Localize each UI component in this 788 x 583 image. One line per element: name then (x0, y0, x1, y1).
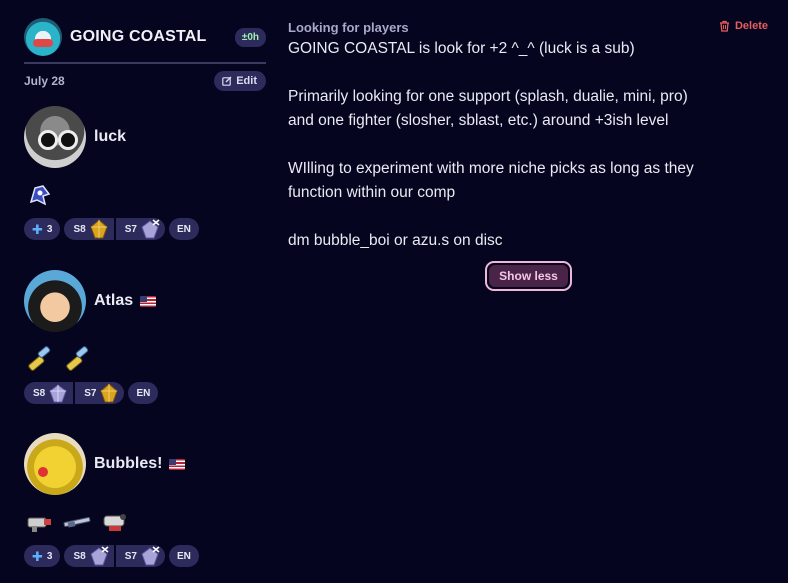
description-line (288, 133, 768, 157)
player-head: Atlas (24, 270, 266, 332)
player-name[interactable]: Bubbles! (94, 455, 162, 473)
plus-icon: ✚ (32, 548, 43, 564)
season-rank-badge: S8 (64, 545, 114, 567)
divider (24, 62, 266, 64)
avatar[interactable] (24, 106, 86, 168)
description-line: function within our comp (288, 184, 456, 201)
post-body: Looking for players GOING COASTAL is loo… (288, 20, 768, 253)
plus-tier-badge: ✚ 3 (24, 545, 61, 567)
post-heading: Looking for players (288, 20, 409, 35)
roller-weapon-icon (24, 346, 54, 372)
player-card-luck: luck ✚ 3 S8 S7 EN (24, 106, 266, 240)
language-badge: EN (168, 545, 199, 567)
season-label: S7 (124, 550, 137, 562)
description-line: and one fighter (slosher, sblast, etc.) … (288, 112, 669, 129)
season-label: S7 (124, 223, 137, 235)
season-rank-badge: S7 (115, 218, 165, 240)
player-name[interactable]: luck (94, 128, 126, 146)
date-row: July 28 Edit (24, 70, 266, 92)
season-rank-badge: S8 (24, 382, 74, 404)
show-less-button[interactable]: Show less (485, 261, 572, 291)
post-description: GOING COASTAL is look for +2 ^_^ (luck i… (288, 37, 768, 253)
player-card-atlas: Atlas S8 S7 EN (24, 270, 266, 404)
season-rank-badge: S7 (75, 382, 125, 404)
us-flag-icon (140, 295, 157, 307)
description-line: WIlling to experiment with more niche pi… (288, 160, 694, 177)
language-badge: EN (168, 218, 199, 240)
player-head: Bubbles! (24, 433, 266, 495)
weapon-list (24, 507, 266, 537)
splatling-weapon-icon (100, 509, 130, 535)
show-less-label: Show less (489, 265, 568, 287)
weapon-list (24, 344, 266, 374)
team-name: GOING COASTAL (70, 28, 207, 45)
description-line: Primarily looking for one support (splas… (288, 88, 688, 105)
description-line: GOING COASTAL is look for +2 ^_^ (luck i… (288, 40, 635, 57)
player-head: luck (24, 106, 266, 168)
silver-crystal-x-icon (141, 219, 160, 239)
edit-label: Edit (236, 75, 257, 87)
weapon-list (24, 180, 266, 210)
avatar[interactable] (24, 433, 86, 495)
gold-crystal-icon (100, 383, 119, 403)
description-line: dm bubble_boi or azu.s on disc (288, 232, 503, 249)
team-card: GOING COASTAL ±0h July 28 Edit luck ✚ 3 (24, 18, 266, 567)
language-badge: EN (128, 382, 159, 404)
delete-label: Delete (734, 20, 768, 32)
blaster-weapon-icon (24, 509, 54, 535)
charger-weapon-icon (62, 509, 92, 535)
time-badge: ±0h (234, 27, 266, 47)
season-label: S8 (73, 550, 86, 562)
season-rank-badge: S8 (64, 218, 114, 240)
silver-crystal-x-icon (141, 546, 160, 566)
season-label: S8 (73, 223, 86, 235)
team-avatar (24, 18, 62, 56)
trash-icon (719, 20, 729, 32)
plus-icon: ✚ (32, 221, 43, 237)
edit-icon (222, 76, 232, 86)
plus-value: 3 (46, 223, 53, 235)
us-flag-icon (169, 458, 186, 470)
roller-weapon-icon (62, 346, 92, 372)
badge-row: S8 S7 EN (24, 382, 266, 404)
plus-tier-badge: ✚ 3 (24, 218, 61, 240)
squid-emblem-icon (24, 182, 54, 208)
gold-crystal-icon (90, 219, 108, 239)
season-rank-badge: S7 (115, 545, 165, 567)
player-card-bubbles: Bubbles! ✚ 3 S8 S7 EN (24, 433, 266, 567)
description-line (288, 61, 768, 85)
silver-crystal-icon (49, 384, 67, 403)
silver-crystal-x-icon (90, 546, 109, 566)
edit-button[interactable]: Edit (214, 71, 266, 91)
season-label: S7 (84, 387, 97, 399)
season-label: S8 (33, 387, 46, 399)
player-name[interactable]: Atlas (94, 292, 133, 310)
badge-row: ✚ 3 S8 S7 EN (24, 545, 266, 567)
post-date: July 28 (24, 74, 65, 88)
avatar[interactable] (24, 270, 86, 332)
description-line (288, 205, 768, 229)
delete-button[interactable]: Delete (719, 20, 768, 32)
team-header: GOING COASTAL ±0h (24, 18, 266, 56)
badge-row: ✚ 3 S8 S7 EN (24, 218, 266, 240)
plus-value: 3 (46, 550, 53, 562)
